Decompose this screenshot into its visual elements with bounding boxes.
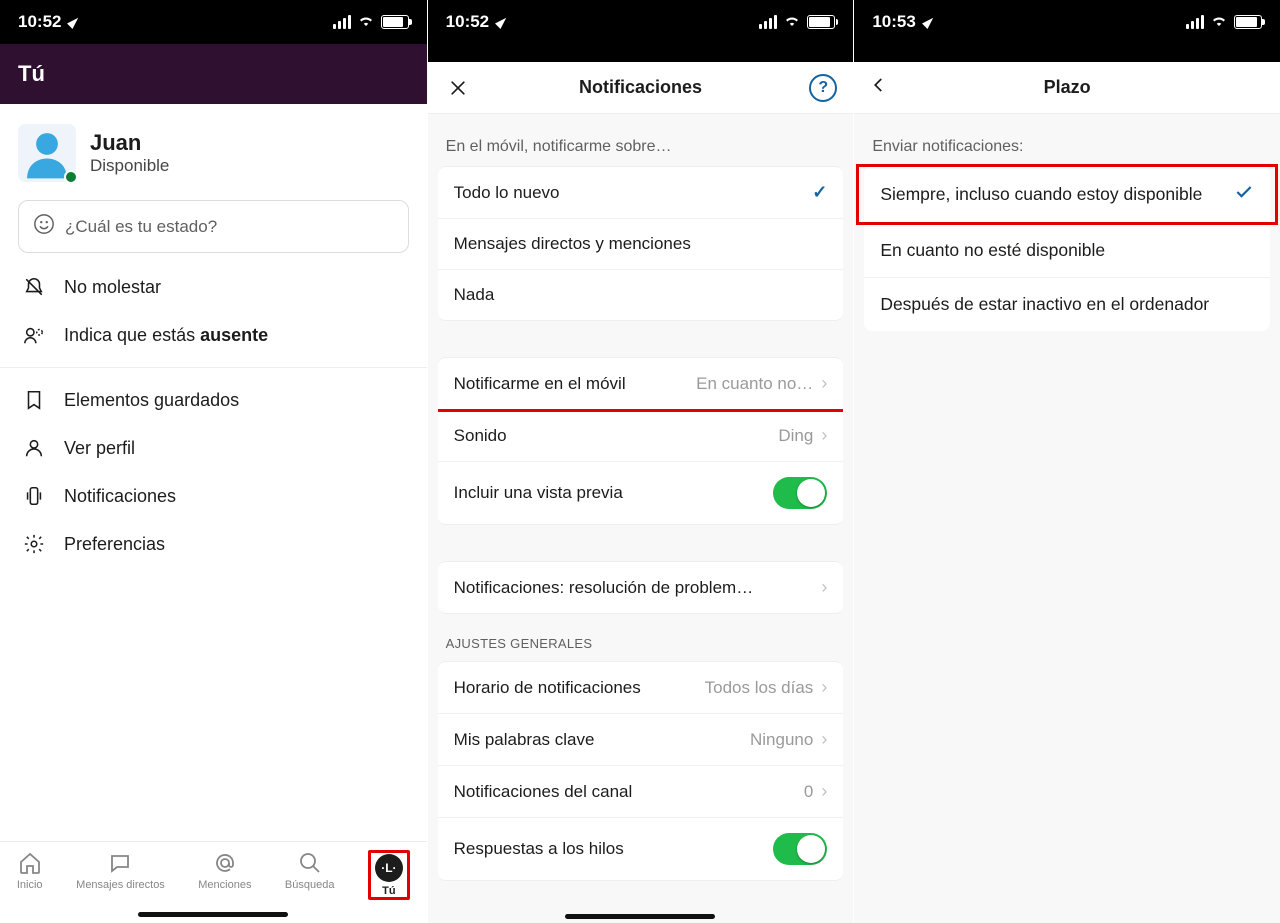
bookmark-icon (22, 389, 46, 411)
away-icon (22, 324, 46, 346)
toggle-preview[interactable] (773, 477, 827, 509)
avatar-tiny-icon: ·L· (375, 854, 403, 882)
chevron-right-icon: › (821, 677, 827, 698)
location-icon (68, 15, 82, 29)
location-icon (922, 15, 936, 29)
help-button[interactable]: ? (809, 74, 837, 102)
troubleshoot-row[interactable]: Notificaciones: resolución de problem… › (438, 562, 844, 613)
toggle-threads[interactable] (773, 833, 827, 865)
screen-you: 10:52 Tú Juan Disponible ¿Cuál es tu est… (0, 0, 427, 923)
smile-icon (33, 213, 55, 240)
tab-you[interactable]: ·L· Tú (375, 854, 403, 897)
saved-items-row[interactable]: Elementos guardados (0, 376, 427, 424)
status-input[interactable]: ¿Cuál es tu estado? (18, 200, 409, 253)
signal-icon (759, 15, 777, 29)
presence-dot (64, 170, 78, 184)
close-button[interactable] (444, 74, 472, 102)
home-indicator (138, 912, 288, 917)
location-icon (495, 15, 509, 29)
at-icon (212, 850, 238, 876)
status-placeholder: ¿Cuál es tu estado? (65, 217, 217, 237)
status-time: 10:52 (18, 12, 61, 32)
avatar (18, 124, 76, 182)
dnd-row[interactable]: No molestar (0, 263, 427, 311)
thread-replies-row[interactable]: Respuestas a los hilos (438, 817, 844, 880)
signal-icon (1186, 15, 1204, 29)
away-row[interactable]: Indica que estás ausente (0, 311, 427, 359)
tab-home[interactable]: Inicio (17, 850, 43, 891)
sound-row[interactable]: Sonido Ding› (438, 409, 844, 461)
dm-icon (107, 850, 133, 876)
page-title: Tú (0, 44, 427, 104)
gear-icon (22, 533, 46, 555)
chevron-right-icon: › (821, 373, 827, 394)
battery-icon (381, 15, 409, 29)
notifications-row[interactable]: Notificaciones (0, 472, 427, 520)
status-bar: 10:52 (0, 0, 427, 44)
schedule-row[interactable]: Horario de notificaciones Todos los días… (438, 662, 844, 713)
opt-always[interactable]: Siempre, incluso cuando estoy disponible (864, 166, 1270, 223)
opt-dm-mentions[interactable]: Mensajes directos y menciones (438, 218, 844, 269)
user-name: Juan (90, 130, 169, 156)
tab-mentions[interactable]: Menciones (198, 850, 251, 891)
view-profile-row[interactable]: Ver perfil (0, 424, 427, 472)
home-icon (17, 850, 43, 876)
home-indicator (565, 914, 715, 919)
notify-on-mobile-row[interactable]: Notificarme en el móvil En cuanto no…› (438, 358, 844, 409)
section-general: AJUSTES GENERALES (428, 614, 854, 661)
signal-icon (333, 15, 351, 29)
opt-nothing[interactable]: Nada (438, 269, 844, 320)
chevron-right-icon: › (821, 425, 827, 446)
profile-summary[interactable]: Juan Disponible (0, 104, 427, 196)
page-title: Plazo (870, 77, 1264, 98)
keywords-row[interactable]: Mis palabras clave Ninguno› (438, 713, 844, 765)
status-time: 10:52 (446, 12, 489, 32)
battery-icon (807, 15, 835, 29)
status-bar: 10:53 (854, 0, 1280, 44)
opt-after-desktop-idle[interactable]: Después de estar inactivo en el ordenado… (864, 277, 1270, 331)
status-bar: 10:52 (428, 0, 854, 44)
phone-vibrate-icon (22, 485, 46, 507)
tab-dms[interactable]: Mensajes directos (76, 850, 165, 891)
opt-when-inactive[interactable]: En cuanto no esté disponible (864, 223, 1270, 277)
preview-row[interactable]: Incluir una vista previa (438, 461, 844, 524)
chevron-right-icon: › (821, 781, 827, 802)
section-notify-about: En el móvil, notificarme sobre… (428, 114, 854, 166)
preferences-row[interactable]: Preferencias (0, 520, 427, 568)
screen-plazo: 10:53 Plazo Enviar notificaciones: Siemp… (853, 0, 1280, 923)
status-time: 10:53 (872, 12, 915, 32)
check-icon (1234, 182, 1254, 207)
user-status: Disponible (90, 156, 169, 176)
page-title: Notificaciones (472, 77, 810, 98)
battery-icon (1234, 15, 1262, 29)
check-icon: ✓ (812, 182, 827, 203)
channel-notifs-row[interactable]: Notificaciones del canal 0› (438, 765, 844, 817)
person-icon (22, 437, 46, 459)
tab-bar: Inicio Mensajes directos Menciones Búsqu… (0, 841, 427, 923)
screen-notifications: 10:52 Notificaciones ? En el móvil, noti… (427, 0, 854, 923)
wifi-icon (1210, 12, 1228, 32)
section-send-notifs: Enviar notificaciones: (854, 114, 1280, 166)
chevron-right-icon: › (821, 577, 827, 598)
chevron-right-icon: › (821, 729, 827, 750)
search-icon (297, 850, 323, 876)
dnd-icon (22, 276, 46, 298)
wifi-icon (783, 12, 801, 32)
wifi-icon (357, 12, 375, 32)
opt-all-new[interactable]: Todo lo nuevo✓ (438, 167, 844, 218)
tab-search[interactable]: Búsqueda (285, 850, 335, 891)
